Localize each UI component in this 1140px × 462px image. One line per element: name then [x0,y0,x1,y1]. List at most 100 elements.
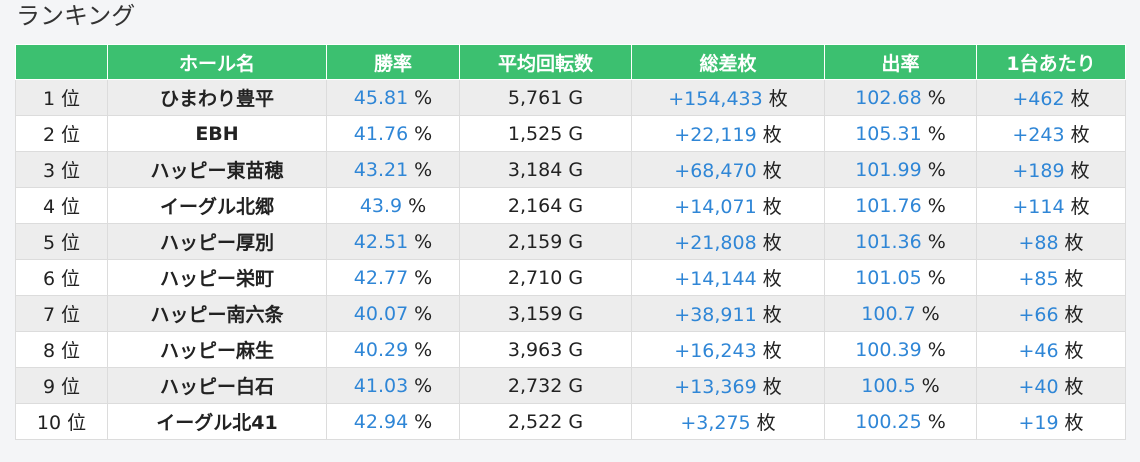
hall-name-cell[interactable]: ハッピー南六条 [107,295,327,332]
header-total-diff[interactable]: 総差枚 [631,44,825,80]
win-rate-value: 41.76 [353,122,409,145]
per-machine-cell: +88 枚 [976,223,1126,260]
coins-unit: 枚 [762,160,782,182]
hall-name-link[interactable]: ハッピー白石 [160,376,274,398]
win-rate-cell: 42.77% [326,259,460,296]
table-row[interactable]: 5 位ハッピー厚別 42.51% 2,159 G +21,808 枚 101.36% +88 枚 [15,223,1126,260]
percent-unit: % [414,374,433,397]
table-row[interactable]: 7 位ハッピー南六条 40.07% 3,159 G +38,911 枚 100.7% +66 枚 [15,295,1126,332]
payout-rate-cell: 101.76% [824,187,977,224]
hall-name-link[interactable]: ハッピー東苗穂 [150,160,283,182]
coins-unit: 枚 [1070,88,1090,110]
table-body: 1 位ひまわり豊平 45.81% 5,761 G +154,433 枚 102.68% +462… [15,79,1126,440]
header-payout-rate[interactable]: 出率 [824,44,977,80]
hall-name-cell[interactable]: イーグル北郷 [107,187,327,224]
table-row[interactable]: 4 位イーグル北郷 43.9% 2,164 G +14,071 枚 101.76% +114 枚 [15,187,1126,224]
rank-unit: 位 [61,88,81,110]
hall-name-cell[interactable]: ハッピー麻生 [107,331,327,368]
per-machine-value: +85 [1018,268,1059,290]
total-diff-value: +3,275 [680,412,751,434]
spins-unit: G [568,266,584,289]
avg-spins-cell: 3,963 G [459,331,632,368]
hall-name-link[interactable]: ハッピー厚別 [160,232,274,254]
win-rate-cell: 43.21% [326,151,460,188]
hall-name-cell[interactable]: ハッピー東苗穂 [107,151,327,188]
avg-spins-cell: 2,164 G [459,187,632,224]
rank-number: 1 [42,88,56,110]
rank-unit: 位 [61,268,81,290]
table-row[interactable]: 10 位イーグル北41 42.94% 2,522 G +3,275 枚 100.25% +19 枚 [15,403,1126,440]
table-row[interactable]: 1 位ひまわり豊平 45.81% 5,761 G +154,433 枚 102.68% +462… [15,79,1126,116]
table-row[interactable]: 8 位ハッピー麻生 40.29% 3,963 G +16,243 枚 100.39% +46 枚 [15,331,1126,368]
percent-unit: % [927,122,946,145]
hall-name-link[interactable]: イーグル北郷 [160,196,274,218]
per-machine-value: +243 [1012,124,1065,146]
avg-spins-cell: 3,159 G [459,295,632,332]
header-rank [15,44,108,80]
win-rate-value: 41.03 [353,374,409,397]
total-diff-value: +13,369 [674,376,757,398]
hall-name-cell[interactable]: EBH [107,115,327,152]
payout-rate-value: 101.36 [855,230,922,253]
hall-name-cell[interactable]: ひまわり豊平 [107,79,327,116]
coins-unit: 枚 [1064,232,1084,254]
table-row[interactable]: 2 位 EBH 41.76% 1,525 G +22,119 枚 105.31% +243 枚 [15,115,1126,152]
avg-spins-value: 2,710 [507,266,563,289]
hall-name-cell[interactable]: イーグル北41 [107,403,327,440]
header-hall-name[interactable]: ホール名 [107,44,327,80]
hall-name-link[interactable]: ひまわり豊平 [160,88,274,110]
per-machine-cell: +66 枚 [976,295,1126,332]
hall-name-link[interactable]: ハッピー南六条 [150,304,283,326]
hall-name-link[interactable]: イーグル北41 [156,412,277,434]
percent-unit: % [927,338,946,361]
table-row[interactable]: 9 位ハッピー白石 41.03% 2,732 G +13,369 枚 100.5% +40 枚 [15,367,1126,404]
header-per-machine[interactable]: 1台あたり [976,44,1126,80]
win-rate-cell: 40.07% [326,295,460,332]
payout-rate-cell: 100.25% [824,403,977,440]
rank-cell: 1位 [15,79,108,116]
per-machine-cell: +243 枚 [976,115,1126,152]
rank-unit: 位 [61,196,81,218]
total-diff-value: +68,470 [674,160,757,182]
hall-name-cell[interactable]: ハッピー厚別 [107,223,327,260]
rank-number: 5 [42,232,56,254]
spins-unit: G [568,230,584,253]
coins-unit: 枚 [1064,268,1084,290]
avg-spins-value: 3,963 [507,338,563,361]
hall-name-link[interactable]: ハッピー栄町 [160,268,274,290]
header-avg-spins[interactable]: 平均回転数 [459,44,632,80]
total-diff-cell: +16,243 枚 [631,331,825,368]
header-win-rate[interactable]: 勝率 [326,44,460,80]
table-row[interactable]: 6 位ハッピー栄町 42.77% 2,710 G +14,144 枚 101.05% +85 枚 [15,259,1126,296]
avg-spins-value: 2,522 [507,410,563,433]
total-diff-cell: +21,808 枚 [631,223,825,260]
win-rate-value: 43.9 [359,194,403,217]
payout-rate-value: 101.99 [855,158,922,181]
payout-rate-value: 105.31 [855,122,922,145]
hall-name-link[interactable]: ハッピー麻生 [160,340,274,362]
avg-spins-cell: 2,732 G [459,367,632,404]
coins-unit: 枚 [1070,160,1090,182]
hall-name-cell[interactable]: ハッピー白石 [107,367,327,404]
rank-cell: 2位 [15,115,108,152]
percent-unit: % [414,266,433,289]
payout-rate-value: 100.7 [861,302,916,325]
per-machine-cell: +114 枚 [976,187,1126,224]
hall-name-cell[interactable]: ハッピー栄町 [107,259,327,296]
coins-unit: 枚 [762,340,782,362]
percent-unit: % [927,158,946,181]
win-rate-value: 43.21 [353,158,409,181]
per-machine-value: +462 [1012,88,1065,110]
spins-unit: G [568,158,584,181]
table-row[interactable]: 3 位ハッピー東苗穂 43.21% 3,184 G +68,470 枚 101.99% +189… [15,151,1126,188]
total-diff-value: +22,119 [674,124,757,146]
coins-unit: 枚 [1070,196,1090,218]
hall-name-link[interactable]: EBH [195,123,238,145]
per-machine-cell: +46 枚 [976,331,1126,368]
payout-rate-value: 100.39 [855,338,922,361]
coins-unit: 枚 [762,124,782,146]
payout-rate-cell: 101.05% [824,259,977,296]
avg-spins-cell: 3,184 G [459,151,632,188]
total-diff-cell: +3,275 枚 [631,403,825,440]
rank-cell: 5位 [15,223,108,260]
